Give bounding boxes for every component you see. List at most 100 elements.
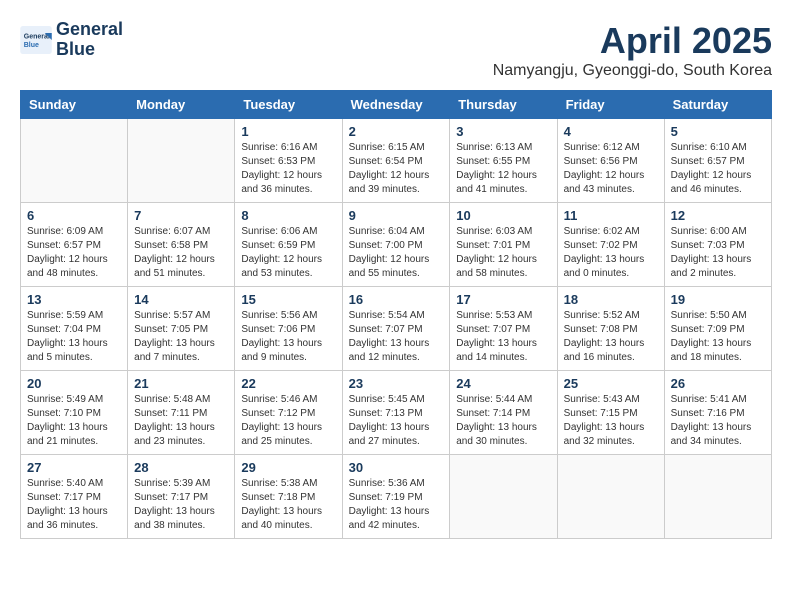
day-cell: 19 Sunrise: 5:50 AM Sunset: 7:09 PM Dayli…: [664, 287, 771, 371]
day-info: Sunrise: 5:52 AM Sunset: 7:08 PM Dayligh…: [564, 309, 658, 365]
day-number: 10: [456, 208, 550, 223]
day-cell: [450, 455, 557, 539]
location-title: Namyangju, Gyeonggi-do, South Korea: [493, 62, 772, 80]
day-cell: 25 Sunrise: 5:43 AM Sunset: 7:15 PM Dayli…: [557, 371, 664, 455]
day-cell: 26Sunrise: 5:41 AM Sunset: 7:16 PM Dayli…: [664, 371, 771, 455]
day-info: Sunrise: 5:49 AM Sunset: 7:10 PM Dayligh…: [27, 393, 121, 449]
day-cell: 8 Sunrise: 6:06 AM Sunset: 6:59 PM Daylig…: [235, 203, 342, 287]
week-row-4: 20 Sunrise: 5:49 AM Sunset: 7:10 PM Dayli…: [21, 371, 772, 455]
day-cell: 9 Sunrise: 6:04 AM Sunset: 7:00 PM Daylig…: [342, 203, 450, 287]
day-info: Sunrise: 6:09 AM Sunset: 6:57 PM Dayligh…: [27, 225, 121, 281]
day-cell: 22 Sunrise: 5:46 AM Sunset: 7:12 PM Dayli…: [235, 371, 342, 455]
weekday-header-tuesday: Tuesday: [235, 91, 342, 119]
day-cell: 16 Sunrise: 5:54 AM Sunset: 7:07 PM Dayli…: [342, 287, 450, 371]
day-info: Sunrise: 5:53 AM Sunset: 7:07 PM Dayligh…: [456, 309, 550, 365]
day-number: 20: [27, 376, 121, 391]
day-number: 12: [671, 208, 765, 223]
weekday-header-thursday: Thursday: [450, 91, 557, 119]
day-cell: 28 Sunrise: 5:39 AM Sunset: 7:17 PM Dayli…: [128, 455, 235, 539]
day-number: 21: [134, 376, 228, 391]
day-cell: [664, 455, 771, 539]
day-info: Sunrise: 6:15 AM Sunset: 6:54 PM Dayligh…: [349, 141, 444, 197]
weekday-header-row: SundayMondayTuesdayWednesdayThursdayFrid…: [21, 91, 772, 119]
day-info: Sunrise: 5:46 AM Sunset: 7:12 PM Dayligh…: [241, 393, 335, 449]
day-cell: 15Sunrise: 5:56 AM Sunset: 7:06 PM Dayli…: [235, 287, 342, 371]
day-cell: 17 Sunrise: 5:53 AM Sunset: 7:07 PM Dayli…: [450, 287, 557, 371]
day-number: 14: [134, 292, 228, 307]
day-number: 25: [564, 376, 658, 391]
day-cell: 4Sunrise: 6:12 AM Sunset: 6:56 PM Daylig…: [557, 119, 664, 203]
day-cell: 20 Sunrise: 5:49 AM Sunset: 7:10 PM Dayli…: [21, 371, 128, 455]
day-cell: 21 Sunrise: 5:48 AM Sunset: 7:11 PM Dayli…: [128, 371, 235, 455]
day-info: Sunrise: 5:41 AM Sunset: 7:16 PM Dayligh…: [671, 393, 765, 449]
weekday-header-wednesday: Wednesday: [342, 91, 450, 119]
day-info: Sunrise: 6:00 AM Sunset: 7:03 PM Dayligh…: [671, 225, 765, 281]
day-info: Sunrise: 5:59 AM Sunset: 7:04 PM Dayligh…: [27, 309, 121, 365]
day-info: Sunrise: 5:50 AM Sunset: 7:09 PM Dayligh…: [671, 309, 765, 365]
week-row-1: 1 Sunrise: 6:16 AM Sunset: 6:53 PM Daylig…: [21, 119, 772, 203]
day-info: Sunrise: 5:48 AM Sunset: 7:11 PM Dayligh…: [134, 393, 228, 449]
day-info: Sunrise: 5:44 AM Sunset: 7:14 PM Dayligh…: [456, 393, 550, 449]
week-row-3: 13 Sunrise: 5:59 AM Sunset: 7:04 PM Dayli…: [21, 287, 772, 371]
day-info: Sunrise: 5:40 AM Sunset: 7:17 PM Dayligh…: [27, 477, 121, 533]
day-info: Sunrise: 6:13 AM Sunset: 6:55 PM Dayligh…: [456, 141, 550, 197]
day-number: 28: [134, 460, 228, 475]
day-number: 23: [349, 376, 444, 391]
day-number: 1: [241, 124, 335, 139]
week-row-5: 27 Sunrise: 5:40 AM Sunset: 7:17 PM Dayli…: [21, 455, 772, 539]
day-cell: [128, 119, 235, 203]
weekday-header-saturday: Saturday: [664, 91, 771, 119]
day-number: 11: [564, 208, 658, 223]
calendar-table: SundayMondayTuesdayWednesdayThursdayFrid…: [20, 90, 772, 539]
day-number: 6: [27, 208, 121, 223]
day-number: 9: [349, 208, 444, 223]
day-cell: 23Sunrise: 5:45 AM Sunset: 7:13 PM Dayli…: [342, 371, 450, 455]
day-number: 8: [241, 208, 335, 223]
day-cell: 13 Sunrise: 5:59 AM Sunset: 7:04 PM Dayli…: [21, 287, 128, 371]
logo: General Blue General Blue: [20, 20, 123, 60]
day-number: 2: [349, 124, 444, 139]
day-number: 22: [241, 376, 335, 391]
day-cell: 24 Sunrise: 5:44 AM Sunset: 7:14 PM Dayli…: [450, 371, 557, 455]
day-number: 4: [564, 124, 658, 139]
day-cell: 18 Sunrise: 5:52 AM Sunset: 7:08 PM Dayli…: [557, 287, 664, 371]
day-cell: 30Sunrise: 5:36 AM Sunset: 7:19 PM Dayli…: [342, 455, 450, 539]
day-number: 3: [456, 124, 550, 139]
day-number: 15: [241, 292, 335, 307]
day-info: Sunrise: 6:10 AM Sunset: 6:57 PM Dayligh…: [671, 141, 765, 197]
day-cell: 1 Sunrise: 6:16 AM Sunset: 6:53 PM Daylig…: [235, 119, 342, 203]
day-info: Sunrise: 6:03 AM Sunset: 7:01 PM Dayligh…: [456, 225, 550, 281]
day-cell: 14Sunrise: 5:57 AM Sunset: 7:05 PM Dayli…: [128, 287, 235, 371]
day-number: 24: [456, 376, 550, 391]
month-title: April 2025: [493, 20, 772, 62]
day-number: 18: [564, 292, 658, 307]
day-cell: 6 Sunrise: 6:09 AM Sunset: 6:57 PM Daylig…: [21, 203, 128, 287]
day-info: Sunrise: 6:04 AM Sunset: 7:00 PM Dayligh…: [349, 225, 444, 281]
day-number: 27: [27, 460, 121, 475]
day-cell: 10 Sunrise: 6:03 AM Sunset: 7:01 PM Dayli…: [450, 203, 557, 287]
day-number: 29: [241, 460, 335, 475]
day-number: 17: [456, 292, 550, 307]
day-number: 7: [134, 208, 228, 223]
weekday-header-sunday: Sunday: [21, 91, 128, 119]
day-cell: 11Sunrise: 6:02 AM Sunset: 7:02 PM Dayli…: [557, 203, 664, 287]
weekday-header-friday: Friday: [557, 91, 664, 119]
day-info: Sunrise: 6:16 AM Sunset: 6:53 PM Dayligh…: [241, 141, 335, 197]
day-info: Sunrise: 5:39 AM Sunset: 7:17 PM Dayligh…: [134, 477, 228, 533]
day-number: 16: [349, 292, 444, 307]
day-number: 13: [27, 292, 121, 307]
day-info: Sunrise: 6:06 AM Sunset: 6:59 PM Dayligh…: [241, 225, 335, 281]
day-info: Sunrise: 5:54 AM Sunset: 7:07 PM Dayligh…: [349, 309, 444, 365]
day-cell: 3 Sunrise: 6:13 AM Sunset: 6:55 PM Daylig…: [450, 119, 557, 203]
weekday-header-monday: Monday: [128, 91, 235, 119]
title-block: April 2025 Namyangju, Gyeonggi-do, South…: [493, 20, 772, 80]
day-info: Sunrise: 5:43 AM Sunset: 7:15 PM Dayligh…: [564, 393, 658, 449]
day-number: 19: [671, 292, 765, 307]
page-header: General Blue General Blue April 2025 Nam…: [20, 20, 772, 80]
day-cell: 29Sunrise: 5:38 AM Sunset: 7:18 PM Dayli…: [235, 455, 342, 539]
day-cell: 5 Sunrise: 6:10 AM Sunset: 6:57 PM Daylig…: [664, 119, 771, 203]
day-cell: [21, 119, 128, 203]
svg-text:General: General: [24, 33, 50, 40]
day-number: 5: [671, 124, 765, 139]
day-cell: 7Sunrise: 6:07 AM Sunset: 6:58 PM Daylig…: [128, 203, 235, 287]
